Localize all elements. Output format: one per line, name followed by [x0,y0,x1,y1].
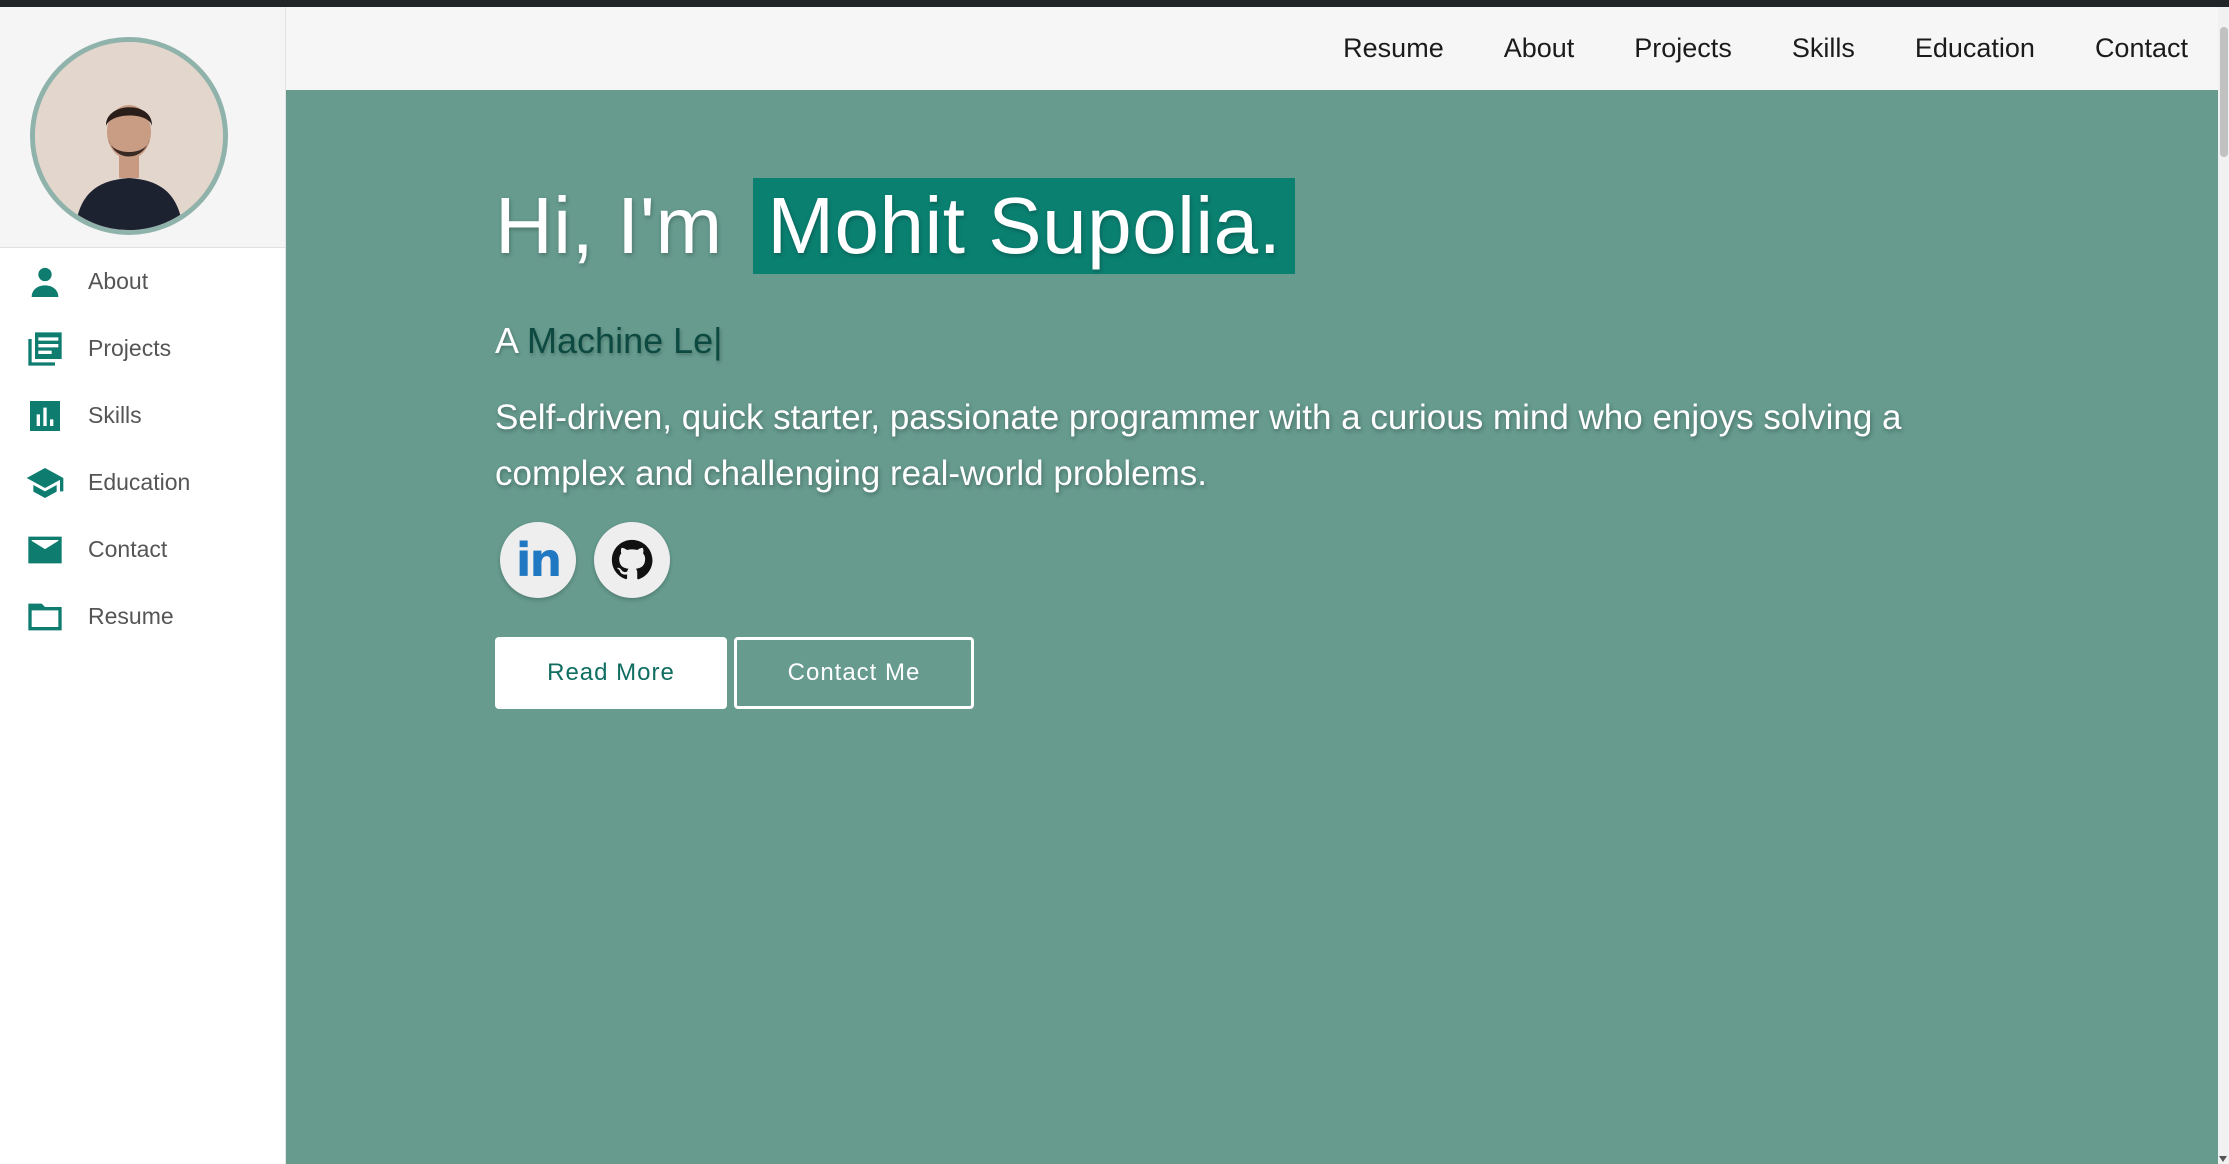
window-top-strip [0,0,2229,7]
typed-text: Machine Le [527,320,714,361]
sidebar-item-label: Contact [88,536,168,562]
sidebar-nav: About Projects Skills Education Contact [0,248,285,650]
nav-link-education[interactable]: Education [1915,33,2035,64]
list-icon [23,327,67,371]
mail-icon [23,528,67,572]
nav-link-contact[interactable]: Contact [2095,33,2188,64]
sidebar-item-education[interactable]: Education [0,449,285,516]
sidebar-item-contact[interactable]: Contact [0,516,285,583]
typed-prefix: A [495,320,518,361]
folder-icon [23,595,67,639]
hero-name: Mohit Supolia. [753,178,1296,274]
typed-subtitle: A Machine Le| [495,320,723,362]
sidebar-item-skills[interactable]: Skills [0,382,285,449]
graduation-cap-icon [23,461,67,505]
linkedin-icon: in [515,533,562,587]
scroll-down-arrow-icon[interactable] [2219,1156,2227,1162]
typed-cursor: | [713,320,723,361]
contact-me-button[interactable]: Contact Me [734,637,974,709]
sidebar-item-label: About [88,268,149,294]
scrollbar-thumb[interactable] [2220,27,2228,157]
sidebar: About Projects Skills Education Contact [0,7,286,1164]
nav-link-about[interactable]: About [1504,33,1575,64]
hero-title: Hi, I'm Mohit Supolia. [495,178,1296,274]
profile-area [0,7,285,248]
sidebar-item-label: Resume [88,603,174,629]
avatar-photo [35,42,223,230]
github-link[interactable] [594,522,670,598]
nav-link-skills[interactable]: Skills [1792,33,1855,64]
avatar [30,37,228,235]
sidebar-item-about[interactable]: About [0,248,285,315]
hero-greeting: Hi, I'm [495,181,723,270]
linkedin-link[interactable]: in [500,522,576,598]
read-more-button[interactable]: Read More [495,637,727,709]
top-navbar: Resume About Projects Skills Education C… [286,7,2218,90]
hero-tagline: Self-driven, quick starter, passionate p… [495,398,1902,493]
github-icon [611,539,653,580]
sidebar-item-label: Education [88,469,191,495]
hero-buttons: Read More Contact Me [495,637,974,709]
sidebar-item-projects[interactable]: Projects [0,315,285,382]
bar-chart-icon [23,394,67,438]
social-links: in [500,522,670,598]
nav-link-resume[interactable]: Resume [1343,33,1444,64]
page-scrollbar[interactable] [2218,7,2229,1164]
nav-link-projects[interactable]: Projects [1634,33,1732,64]
sidebar-item-resume[interactable]: Resume [0,583,285,650]
hero-section: Hi, I'm Mohit Supolia. A Machine Le| Sel… [286,90,2218,1164]
person-icon [23,260,67,304]
sidebar-item-label: Skills [88,402,142,428]
sidebar-item-label: Projects [88,335,172,361]
